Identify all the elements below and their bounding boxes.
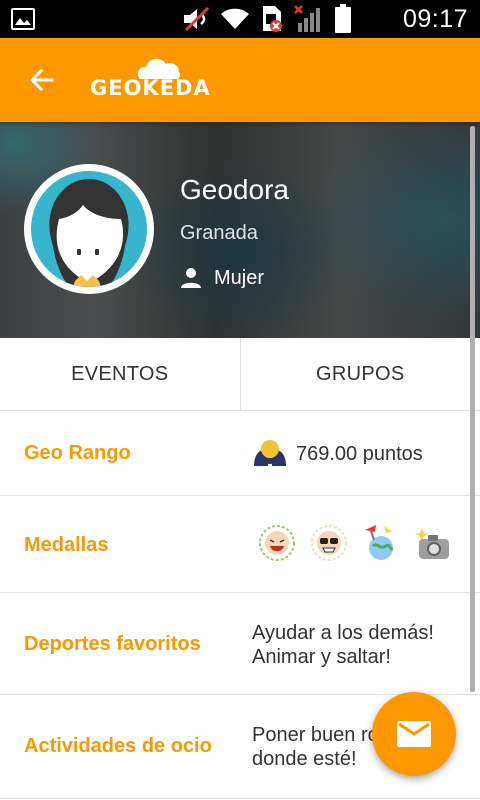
tab-grupos[interactable]: GRUPOS: [239, 338, 480, 410]
tabs: EVENTOS GRUPOS: [0, 338, 480, 411]
medallas-label: Medallas: [24, 534, 109, 556]
geo-rango-value: 769.00 puntos: [296, 443, 423, 465]
gallery-notification-icon: [11, 8, 35, 30]
sim-error-icon: [263, 6, 282, 32]
status-bar: 09:17: [0, 0, 480, 38]
mail-icon: [397, 721, 431, 747]
row-deportes-favoritos: Deportes favoritos Ayudar a los demás! A…: [0, 593, 480, 695]
app-bar: GEOKEDA: [0, 38, 480, 122]
sunglasses-medal-icon[interactable]: [310, 524, 348, 562]
status-icons: [182, 4, 352, 34]
person-icon: [181, 268, 201, 288]
scrollbar[interactable]: [470, 126, 475, 692]
back-button[interactable]: [20, 58, 64, 102]
battery-icon: [335, 4, 351, 33]
tab-eventos[interactable]: EVENTOS: [0, 338, 240, 410]
rank-badge-icon: [254, 440, 286, 466]
globe-medal-icon[interactable]: [362, 524, 400, 562]
wifi-icon: [221, 8, 249, 29]
signal-no-service-icon: [294, 5, 320, 32]
message-fab-button[interactable]: [372, 692, 456, 776]
clock: 09:17: [402, 5, 468, 33]
row-medallas: Medallas: [0, 496, 480, 593]
medals-list: [258, 524, 452, 562]
girl-avatar-illustration: [49, 179, 129, 287]
avatar[interactable]: [24, 164, 154, 294]
gender-label: Mujer: [214, 266, 265, 289]
arrow-back-icon: [29, 68, 54, 92]
profile-gender: Mujer: [180, 264, 264, 292]
app-logo: GEOKEDA: [90, 56, 210, 104]
deportes-value: Ayudar a los demás! Animar y saltar!: [252, 622, 434, 668]
profile-name: Geodora: [180, 174, 289, 205]
ocio-label: Actividades de ocio: [24, 735, 212, 757]
laughing-medal-icon[interactable]: [258, 524, 296, 562]
profile-header: Geodora Granada Mujer: [0, 122, 480, 338]
camera-medal-icon[interactable]: [414, 524, 452, 562]
avatar-image: [31, 171, 147, 287]
profile-city: Granada: [180, 222, 258, 244]
volume-muted-icon: [184, 6, 210, 32]
deportes-label: Deportes favoritos: [24, 633, 201, 655]
logo-text: GEOKEDA: [90, 76, 211, 100]
geo-rango-label: Geo Rango: [24, 442, 131, 464]
row-geo-rango: Geo Rango 769.00 puntos: [0, 411, 480, 496]
